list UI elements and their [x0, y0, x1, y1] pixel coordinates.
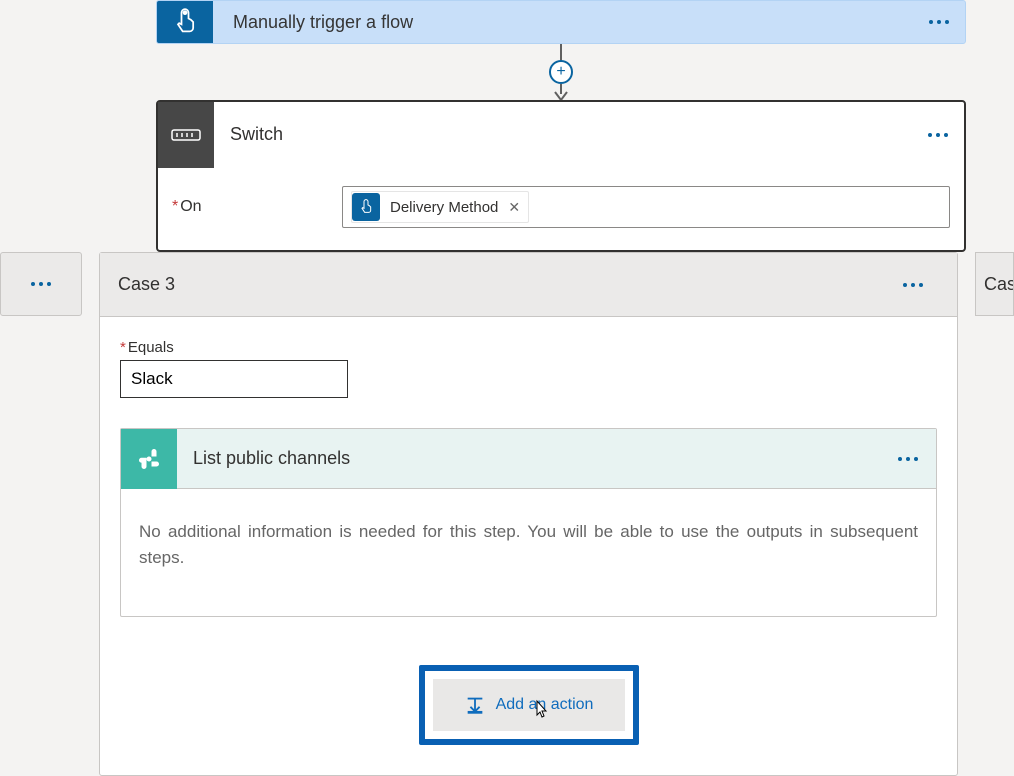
trigger-menu[interactable]	[929, 20, 949, 24]
add-action-icon	[464, 694, 486, 716]
case3-title: Case 3	[118, 274, 175, 295]
cursor-icon	[531, 699, 551, 728]
switch-body: *On Delivery Method ✕	[158, 168, 964, 250]
slack-icon	[121, 429, 177, 489]
switch-title: Switch	[230, 124, 283, 145]
add-action-highlight: Add an action	[419, 665, 639, 745]
case-next-header[interactable]: Cas	[975, 252, 1014, 316]
case-prev-menu[interactable]	[0, 252, 82, 316]
case3-body: *Equals List public channels No addition…	[100, 317, 957, 775]
connector: +	[556, 44, 566, 100]
switch-header[interactable]: Switch	[158, 102, 964, 168]
switch-icon	[158, 102, 214, 168]
slack-action-menu[interactable]	[898, 457, 918, 461]
equals-label: *Equals	[120, 339, 937, 356]
token-icon	[352, 193, 380, 221]
trigger-title: Manually trigger a flow	[233, 12, 413, 33]
delivery-method-token[interactable]: Delivery Method ✕	[351, 191, 529, 223]
manual-trigger-icon	[157, 1, 213, 43]
token-remove[interactable]: ✕	[508, 199, 520, 216]
token-label: Delivery Method	[390, 199, 498, 216]
slack-action-card: List public channels No additional infor…	[120, 428, 937, 617]
trigger-card[interactable]: Manually trigger a flow	[156, 0, 966, 44]
switch-menu[interactable]	[928, 133, 948, 137]
add-step-button[interactable]: +	[549, 60, 573, 84]
switch-on-label: *On	[172, 198, 342, 216]
case-next-title: Cas	[984, 274, 1014, 295]
equals-input[interactable]	[120, 360, 348, 398]
slack-action-description: No additional information is needed for …	[121, 489, 936, 616]
case3-header[interactable]: Case 3	[100, 253, 957, 317]
add-action-button[interactable]: Add an action	[433, 679, 625, 731]
switch-card: Switch *On Delivery Method ✕	[156, 100, 966, 252]
slack-action-title: List public channels	[193, 448, 350, 469]
slack-action-header[interactable]: List public channels	[121, 429, 936, 489]
case3-card: Case 3 *Equals List public channels	[99, 252, 958, 776]
switch-on-input[interactable]: Delivery Method ✕	[342, 186, 950, 228]
case3-menu[interactable]	[903, 283, 923, 287]
